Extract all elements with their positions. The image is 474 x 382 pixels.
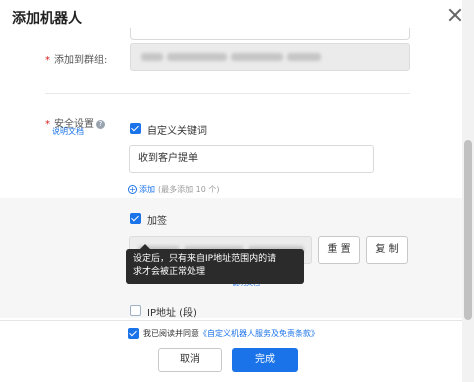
reset-button[interactable]: 重 置 [318, 236, 360, 264]
plus-circle-icon: + [128, 185, 137, 194]
required-mark: * [45, 55, 50, 66]
footer-divider [0, 320, 474, 321]
cancel-button[interactable]: 取消 [158, 348, 222, 372]
agree-checkbox[interactable] [128, 328, 139, 339]
scrolled-input-edge [130, 28, 410, 40]
custom-keyword-label: 自定义关键词 [147, 126, 207, 137]
dialog-title: 添加机器人 [12, 11, 82, 27]
section-divider [45, 93, 410, 94]
tooltip-line-2: 求才会被正常处理 [133, 267, 206, 277]
scrollbar-thumb[interactable] [464, 140, 472, 320]
done-button[interactable]: 完成 [232, 348, 298, 372]
add-label: 添加 [139, 185, 155, 194]
ip-checkbox[interactable] [130, 305, 141, 316]
redacted-text [167, 53, 227, 61]
terms-link[interactable]: 《自定义机器人服务及免责条款》 [199, 329, 319, 338]
question-circle-icon[interactable]: ? [96, 120, 105, 129]
group-label-row: * 添加到群组: [45, 51, 107, 66]
group-label: 添加到群组: [54, 55, 108, 66]
copy-button[interactable]: 复 制 [366, 236, 408, 264]
ip-label: IP地址 (段) [147, 308, 197, 319]
add-robot-dialog: 添加机器人 * 添加到群组: * 安全设置? 说明文档 自定义关键词 收到客户提单 … [0, 0, 474, 382]
redacted-text [231, 53, 283, 61]
redacted-text [141, 53, 163, 61]
scrollbar-track[interactable] [462, 0, 474, 382]
add-hint: (最多添加 10 个) [158, 185, 220, 194]
keyword-input[interactable]: 收到客户提单 [129, 145, 374, 173]
custom-keyword-checkbox[interactable] [130, 123, 141, 134]
add-keyword-button[interactable]: + 添加 (最多添加 10 个) [128, 184, 220, 195]
ip-tooltip: 设定后，只有来自IP地址范围内的请 求才会被正常处理 [126, 249, 304, 284]
agree-text: 我已阅读并同意 [143, 329, 199, 338]
redacted-text [287, 53, 321, 61]
group-field[interactable] [130, 43, 410, 71]
doc-link[interactable]: 说明文档 [52, 126, 84, 137]
tooltip-line-1: 设定后，只有来自IP地址范围内的请 [133, 254, 277, 264]
agree-row: 我已阅读并同意《自定义机器人服务及免责条款》 [143, 328, 319, 339]
required-mark: * [45, 119, 50, 130]
sign-checkbox[interactable] [130, 213, 141, 224]
sign-label: 加签 [147, 216, 167, 227]
